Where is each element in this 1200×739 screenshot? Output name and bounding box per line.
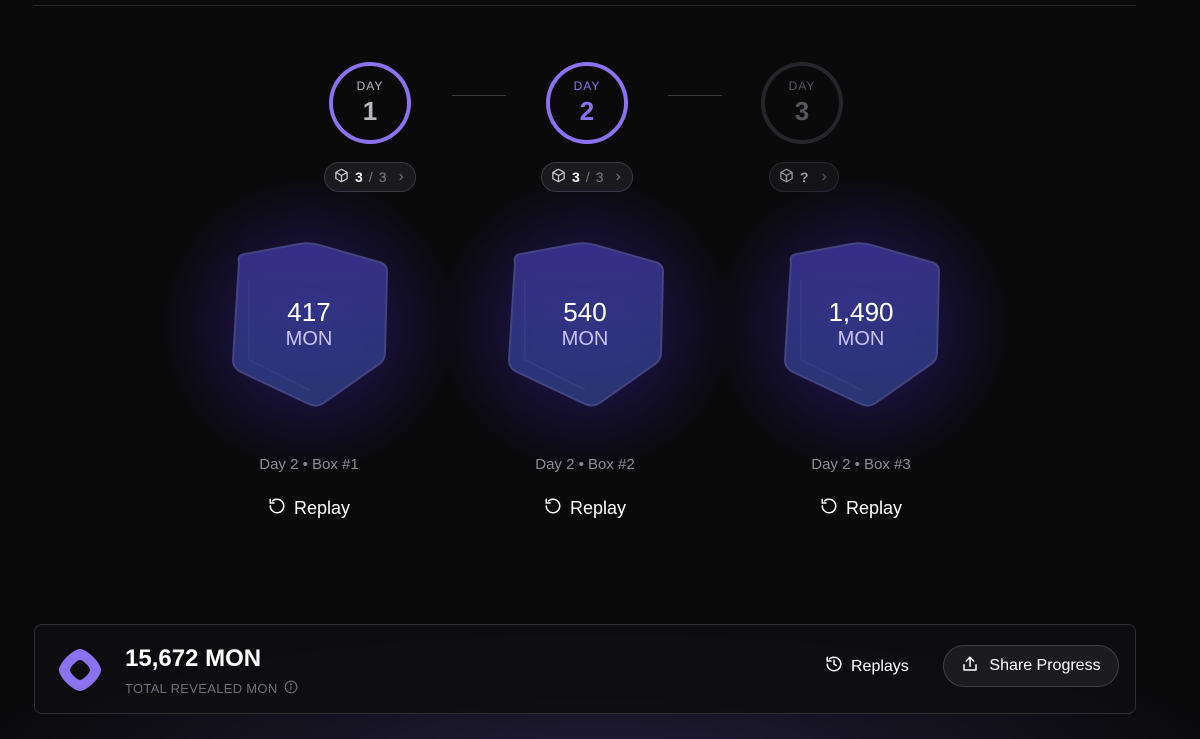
reward-box-2[interactable]: 540 MON	[505, 240, 665, 408]
replay-label: Replay	[293, 497, 351, 518]
reward-box-3[interactable]: 1,490 MON	[781, 240, 941, 408]
box-unit: MON	[561, 328, 609, 350]
rotate-ccw-icon	[544, 497, 562, 520]
day-step-2[interactable]: DAY 2	[546, 62, 628, 144]
top-divider	[34, 5, 1136, 6]
day-step-1[interactable]: DAY 1	[329, 62, 411, 144]
total-label-text: TOTAL REVEALED MON	[125, 681, 278, 696]
day-step-3[interactable]: DAY 3	[761, 62, 843, 144]
history-icon	[825, 655, 843, 678]
replay-button[interactable]: Replay	[465, 494, 705, 522]
count-separator: /	[368, 169, 373, 185]
box-value: 540	[563, 297, 607, 327]
day-label: DAY	[356, 79, 384, 93]
replay-button[interactable]: Replay	[741, 494, 981, 522]
day-label: DAY	[573, 79, 601, 93]
rotate-ccw-icon	[268, 497, 286, 520]
cube-icon	[779, 168, 794, 186]
chevron-right-icon	[396, 169, 406, 185]
replay-label: Replay	[569, 497, 627, 518]
share-icon	[961, 655, 979, 678]
box-value: 417	[287, 297, 331, 327]
share-progress-button[interactable]: Share Progress	[943, 645, 1119, 687]
replays-label: Replays	[851, 657, 909, 675]
boxes-total: 3	[378, 169, 387, 185]
info-icon[interactable]	[284, 680, 298, 697]
boxes-opened: ?	[800, 169, 809, 185]
day-number: 1	[362, 96, 378, 126]
day-label: DAY	[788, 79, 816, 93]
replay-button[interactable]: Replay	[189, 494, 429, 522]
box-caption: Day 2 • Box #3	[811, 456, 911, 473]
rewards-page: DAY 1 DAY 2 DAY 3 3 / 3 3 / 3	[0, 0, 1200, 739]
reward-box-1[interactable]: 417 MON	[229, 240, 389, 408]
step-connector	[452, 95, 506, 96]
replay-label: Replay	[845, 497, 903, 518]
rotate-ccw-icon	[820, 497, 838, 520]
replays-button[interactable]: Replays	[825, 655, 909, 678]
monad-logo	[57, 647, 103, 693]
day-number: 3	[794, 96, 810, 126]
box-unit: MON	[837, 328, 885, 350]
box-caption: Day 2 • Box #2	[535, 456, 635, 473]
box-unit: MON	[285, 328, 333, 350]
box-value: 1,490	[828, 297, 894, 327]
box-caption: Day 2 • Box #1	[259, 456, 359, 473]
summary-card: 15,672 MON TOTAL REVEALED MON Replays Sh…	[34, 624, 1136, 714]
total-revealed-value: 15,672 MON	[125, 645, 262, 672]
total-revealed-label: TOTAL REVEALED MON	[125, 680, 298, 697]
share-label: Share Progress	[989, 657, 1101, 674]
step-connector	[668, 95, 722, 96]
day-number: 2	[579, 96, 595, 126]
